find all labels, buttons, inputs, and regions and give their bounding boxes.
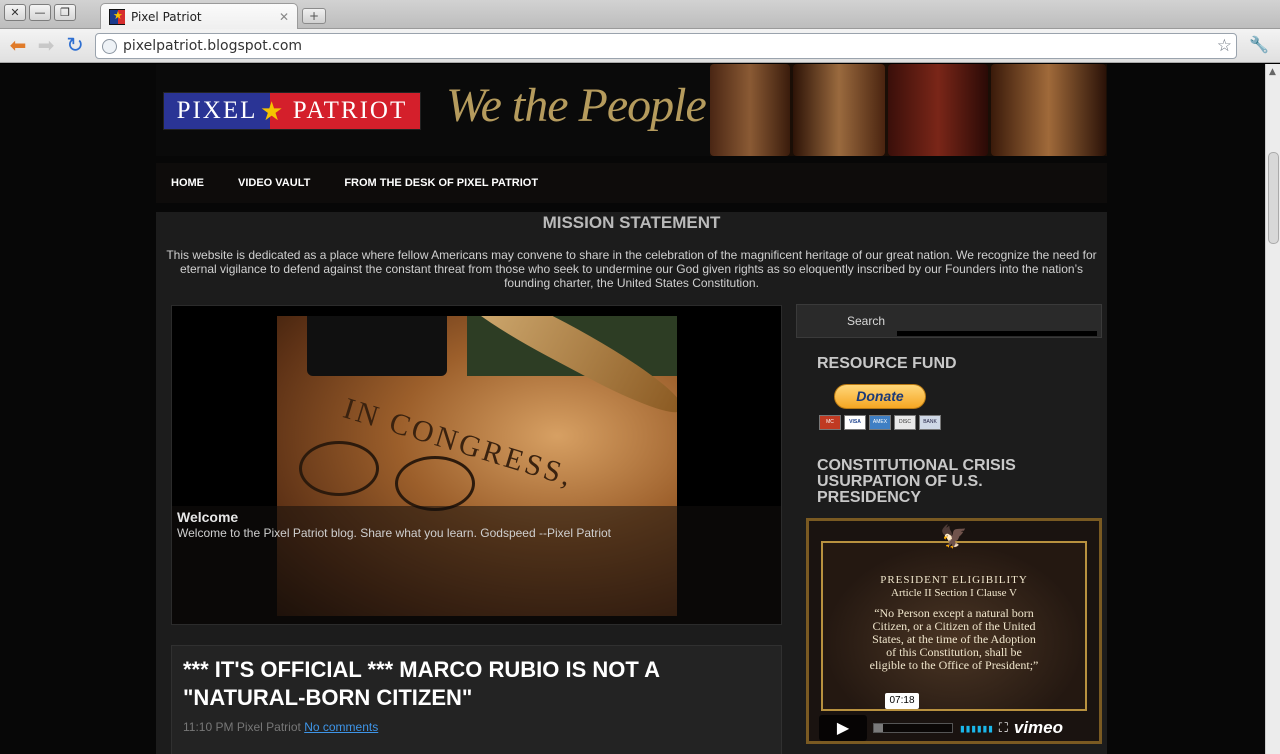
pixel-patriot-logo[interactable]: PIXEL ★ PATRIOT xyxy=(163,92,421,130)
video-subheading: Article II Section I Clause V xyxy=(891,587,1017,599)
globe-icon xyxy=(102,38,117,54)
header-banner: PIXEL ★ PATRIOT We the People xyxy=(156,64,1107,156)
main-nav: HOME VIDEO VAULT FROM THE DESK OF PIXEL … xyxy=(156,163,1107,203)
nav-video-vault[interactable]: VIDEO VAULT xyxy=(238,177,310,189)
scroll-up-icon[interactable]: ▲ xyxy=(1269,67,1276,77)
new-tab-button[interactable]: + xyxy=(302,8,326,24)
discover-icon: DISC xyxy=(894,415,916,430)
minimize-window-button[interactable]: — xyxy=(29,4,51,21)
video-timestamp: 07:18 xyxy=(885,693,919,709)
post-card: *** IT'S OFFICIAL *** MARCO RUBIO IS NOT… xyxy=(171,645,782,754)
bookmark-star-icon[interactable]: ☆ xyxy=(1217,36,1232,56)
post-time: 11:10 PM xyxy=(183,720,234,734)
post-author: Pixel Patriot xyxy=(236,720,301,734)
mission-text: This website is dedicated as a place whe… xyxy=(166,248,1097,290)
search-label: Search xyxy=(847,314,886,328)
fullscreen-icon[interactable]: ⛶ xyxy=(999,721,1008,736)
mission-title: MISSION STATEMENT xyxy=(542,213,721,232)
spectacles-icon xyxy=(299,441,379,496)
url-text[interactable]: pixelpatriot.blogspot.com xyxy=(123,38,1217,54)
play-icon[interactable]: ▶ xyxy=(819,715,867,741)
search-input[interactable] xyxy=(897,331,1097,336)
inkwell-icon xyxy=(307,316,447,376)
mastercard-icon: MC xyxy=(819,415,841,430)
nav-home[interactable]: HOME xyxy=(171,177,204,189)
we-the-people-script: We the People xyxy=(446,79,707,132)
scroll-thumb[interactable] xyxy=(1268,152,1279,244)
tab-strip: ✕ — ❐ ★ Pixel Patriot ✕ + xyxy=(0,0,1280,29)
logo-star-icon: ★ xyxy=(260,97,286,126)
address-bar[interactable]: pixelpatriot.blogspot.com ☆ xyxy=(95,33,1237,59)
vimeo-logo[interactable]: vimeo xyxy=(1014,718,1063,738)
video-heading: PRESIDENT ELIGIBILITY xyxy=(880,574,1028,586)
post-comments-link[interactable]: No comments xyxy=(304,720,378,734)
video-controls: ▶ ▮▮▮▮▮▮ ⛶ vimeo xyxy=(819,715,1091,741)
featured-caption: Welcome Welcome to the Pixel Patriot blo… xyxy=(172,506,781,624)
featured-post[interactable]: IN CONGRESS, Welcome Welcome to the Pixe… xyxy=(171,305,782,625)
antique-books-image xyxy=(710,64,1107,156)
window-controls: ✕ — ❐ xyxy=(4,4,76,21)
nav-from-the-desk[interactable]: FROM THE DESK OF PIXEL PATRIOT xyxy=(344,177,538,189)
featured-body: Welcome to the Pixel Patriot blog. Share… xyxy=(177,526,611,540)
visa-icon: VISA xyxy=(844,415,866,430)
video-progress-bar[interactable] xyxy=(873,723,953,733)
logo-right: PATRIOT xyxy=(270,93,420,129)
post-title[interactable]: *** IT'S OFFICIAL *** MARCO RUBIO IS NOT… xyxy=(183,656,743,712)
featured-title[interactable]: Welcome xyxy=(177,509,776,525)
pixel-patriot-favicon-icon: ★ xyxy=(109,8,125,25)
browser-toolbar: ⬅ ➡ ↻ pixelpatriot.blogspot.com ☆ 🔧 xyxy=(0,29,1280,63)
paypal-donate-button[interactable]: Donate xyxy=(834,384,926,409)
page-viewport: PIXEL ★ PATRIOT We the People HOME VIDEO… xyxy=(0,64,1265,754)
amex-icon: AMEX xyxy=(869,415,891,430)
eagle-icon: 🦅 xyxy=(940,525,968,550)
reload-icon[interactable]: ↻ xyxy=(63,34,87,58)
maximize-window-button[interactable]: ❐ xyxy=(54,4,76,21)
tab-title: Pixel Patriot xyxy=(131,9,202,24)
payment-cards: MC VISA AMEX DISC BANK xyxy=(819,415,941,430)
post-meta: 11:10 PM Pixel Patriot No comments xyxy=(183,720,378,734)
logo-left: PIXEL xyxy=(164,93,270,129)
close-window-button[interactable]: ✕ xyxy=(4,4,26,21)
content-area: MISSION STATEMENT This website is dedica… xyxy=(156,212,1107,754)
resource-fund-heading: RESOURCE FUND xyxy=(817,355,957,372)
close-tab-icon[interactable]: ✕ xyxy=(279,10,289,24)
search-widget: Search xyxy=(796,304,1102,338)
crisis-heading: CONSTITUTIONAL CRISIS USURPATION OF U.S.… xyxy=(817,457,1016,506)
wrench-menu-icon[interactable]: 🔧 xyxy=(1247,35,1271,57)
tab-pixel-patriot[interactable]: ★ Pixel Patriot ✕ xyxy=(100,3,298,29)
back-arrow-icon[interactable]: ⬅ xyxy=(6,34,30,58)
bank-icon: BANK xyxy=(919,415,941,430)
vertical-scrollbar[interactable]: ▲ xyxy=(1265,64,1280,754)
forward-arrow-icon[interactable]: ➡ xyxy=(34,34,58,58)
progress-fill xyxy=(874,724,884,732)
video-quote: “No Person except a natural born Citizen… xyxy=(869,606,1039,672)
blog-page: PIXEL ★ PATRIOT We the People HOME VIDEO… xyxy=(156,64,1107,754)
vimeo-video-embed[interactable]: 🦅 PRESIDENT ELIGIBILITY Article II Secti… xyxy=(806,518,1102,744)
volume-icon[interactable]: ▮▮▮▮▮▮ xyxy=(959,722,994,735)
